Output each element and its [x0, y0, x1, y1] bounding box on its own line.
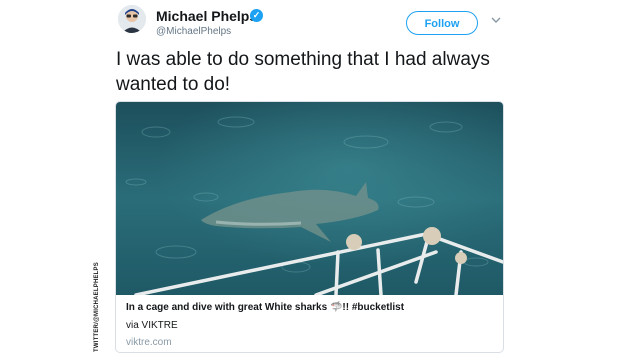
card-source: via VIKTRE [126, 320, 178, 331]
chevron-down-icon[interactable] [491, 16, 501, 24]
display-name[interactable]: Michael Phelps [156, 8, 257, 24]
card-domain[interactable]: viktre.com [126, 337, 172, 348]
photo-credit-text: TWITTER/@MICHAELPHELPS [94, 262, 100, 352]
avatar[interactable] [118, 5, 146, 33]
verified-badge-icon: ✓ [250, 9, 263, 22]
user-handle[interactable]: @MichaelPhelps [156, 26, 231, 37]
photo-credit: TWITTER/@MICHAELPHELPS [92, 262, 102, 352]
card-title[interactable]: In a cage and dive with great White shar… [126, 302, 404, 313]
tweet-text: I was able to do something that I had al… [116, 49, 490, 95]
link-card[interactable]: In a cage and dive with great White shar… [115, 101, 504, 353]
follow-button[interactable]: Follow [406, 11, 478, 35]
avatar-image [118, 5, 146, 33]
shark-cage-photo [116, 102, 503, 295]
